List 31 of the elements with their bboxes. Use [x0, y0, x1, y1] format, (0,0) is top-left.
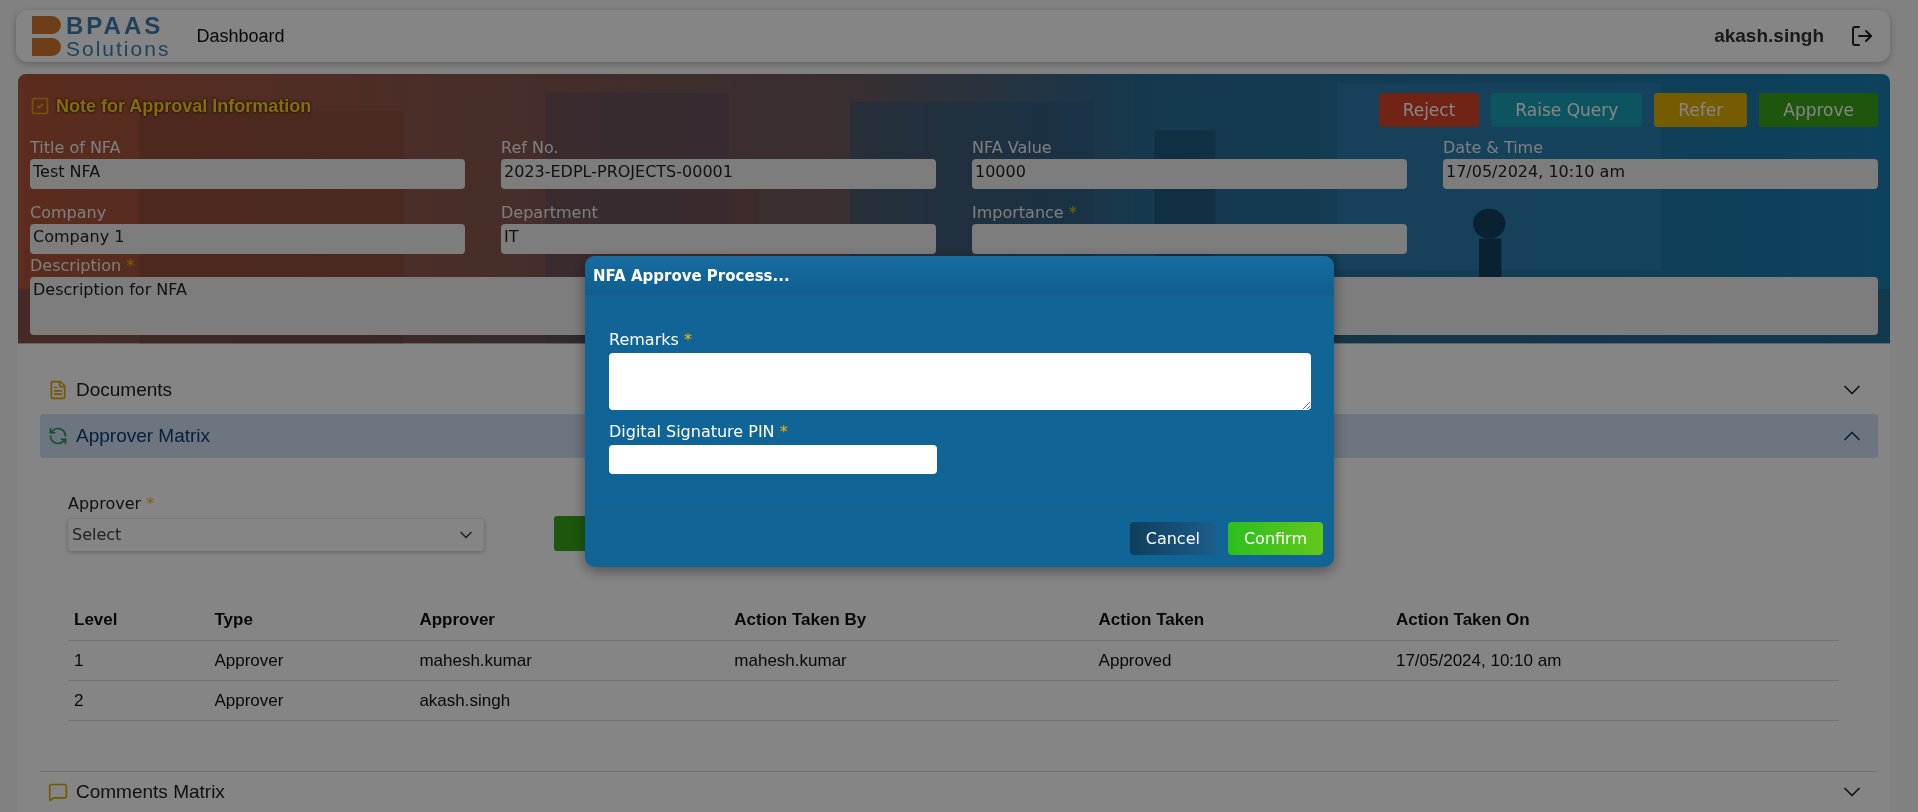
field-label: Company [30, 203, 108, 223]
column-header: Action Taken By [728, 600, 1093, 641]
field-label: Digital Signature PIN * [609, 422, 789, 441]
table-cell: Approver [208, 640, 414, 681]
column-header: Action Taken [1092, 600, 1390, 641]
table-cell: 2 [68, 680, 209, 721]
logo-subtext: Solutions [66, 37, 171, 59]
table-cell: mahesh.kumar [728, 640, 1093, 681]
field-label: Date & Time [1443, 138, 1545, 158]
table-cell: 1 [68, 640, 209, 681]
column-header: Approver [413, 600, 729, 641]
column-header: Type [208, 600, 414, 641]
field-label: Title of NFA [30, 138, 122, 158]
field-label: Approver * [68, 493, 156, 513]
table-cell: mahesh.kumar [413, 640, 729, 681]
dialog-title: NFA Approve Process... [593, 266, 790, 285]
logo-text: BPAAS [66, 13, 165, 38]
table-cell: akash.singh [413, 680, 729, 721]
field-label: Ref No. [501, 138, 560, 158]
table-cell: Approver [208, 680, 414, 721]
section-title: Note for Approval Information [56, 95, 312, 117]
table-cell: 17/05/2024, 10:10 am [1389, 640, 1839, 681]
field-label: NFA Value [972, 138, 1053, 158]
user-name: akash.singh [1714, 25, 1824, 48]
field-label: Importance * [972, 203, 1078, 223]
field-label: Remarks * [609, 330, 693, 349]
field-label: Description * [30, 256, 135, 276]
column-header: Level [68, 600, 209, 641]
table-cell: Approved [1092, 640, 1390, 681]
column-header: Action Taken On [1389, 600, 1839, 641]
field-label: Department [501, 203, 599, 223]
